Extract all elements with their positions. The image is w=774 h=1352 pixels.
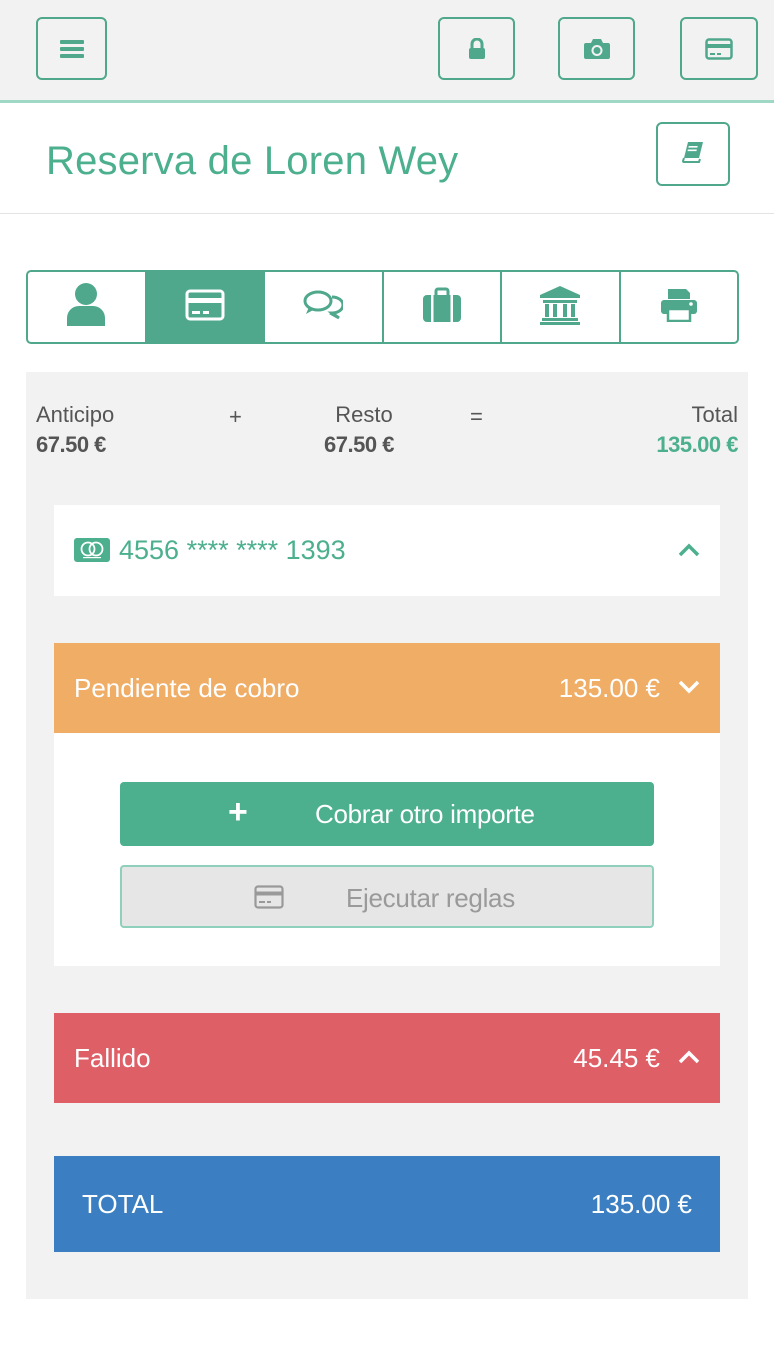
pending-header[interactable]: Pendiente de cobro 135.00 € (54, 643, 720, 733)
cobrar-label: Cobrar otro importe (315, 799, 535, 829)
reservation-tabs (26, 270, 739, 344)
failed-label: Fallido (74, 1043, 151, 1073)
book-icon (681, 141, 705, 168)
menu-button[interactable] (36, 17, 107, 80)
credit-card-icon (185, 289, 225, 326)
comments-icon (303, 290, 345, 325)
pending-amount: 135.00 € (558, 673, 660, 703)
tab-payments[interactable] (146, 272, 265, 342)
grand-total-amount: 135.00 € (590, 1189, 692, 1219)
plus-icon: + (228, 793, 248, 831)
chevron-down-icon[interactable] (678, 680, 700, 699)
suitcase-icon (422, 287, 462, 328)
lock-icon (468, 37, 486, 60)
menu-icon (59, 39, 84, 59)
page-title: Reserva de Loren Wey (46, 139, 459, 183)
total-label: Total (691, 402, 738, 427)
card-button[interactable] (680, 17, 758, 80)
total-value: 135.00 € (656, 432, 738, 457)
tab-bank[interactable] (502, 272, 621, 342)
pending-body: + Cobrar otro importe Ejecutar reglas (54, 733, 720, 966)
equals-sign: = (470, 404, 483, 429)
user-icon (66, 282, 106, 333)
plus-sign: + (229, 404, 242, 429)
payments-panel: Anticipo 67.50 € + Resto 67.50 € = Total… (26, 372, 748, 1299)
chevron-up-icon[interactable] (678, 543, 700, 562)
tab-guest[interactable] (28, 272, 147, 342)
top-toolbar (0, 0, 774, 103)
failed-amount: 45.45 € (573, 1043, 660, 1073)
card-number: 4556 **** **** 1393 (119, 535, 346, 565)
summary-resto: Resto 67.50 € (314, 402, 404, 458)
credit-card-icon (254, 885, 284, 914)
pending-label: Pendiente de cobro (74, 673, 300, 703)
ejecutar-reglas-button[interactable]: Ejecutar reglas (120, 865, 654, 928)
grand-total-label: TOTAL (82, 1189, 164, 1219)
resto-label: Resto (335, 402, 393, 427)
resto-value: 67.50 € (324, 432, 394, 457)
summary-anticipo: Anticipo 67.50 € (36, 402, 114, 458)
bank-icon (539, 285, 581, 330)
tab-services[interactable] (384, 272, 502, 342)
card-row[interactable]: 4556 **** **** 1393 (54, 505, 720, 596)
camera-icon (583, 38, 611, 60)
credit-card-icon (705, 37, 733, 60)
lock-button[interactable] (438, 17, 515, 80)
book-button[interactable] (656, 122, 730, 186)
tab-print[interactable] (621, 272, 738, 342)
total-bar: TOTAL 135.00 € (54, 1156, 720, 1252)
anticipo-label: Anticipo (36, 402, 115, 427)
summary-total: Total 135.00 € (656, 402, 738, 458)
anticipo-value: 67.50 € (36, 432, 106, 457)
page-header: Reserva de Loren Wey (0, 103, 774, 214)
cobrar-otro-importe-button[interactable]: + Cobrar otro importe (120, 782, 654, 846)
tab-messages[interactable] (265, 272, 384, 342)
reglas-label: Ejecutar reglas (346, 883, 515, 913)
mastercard-icon (74, 538, 110, 567)
print-icon (660, 288, 698, 327)
camera-button[interactable] (558, 17, 635, 80)
failed-header[interactable]: Fallido 45.45 € (54, 1013, 720, 1103)
chevron-up-icon[interactable] (678, 1050, 700, 1069)
